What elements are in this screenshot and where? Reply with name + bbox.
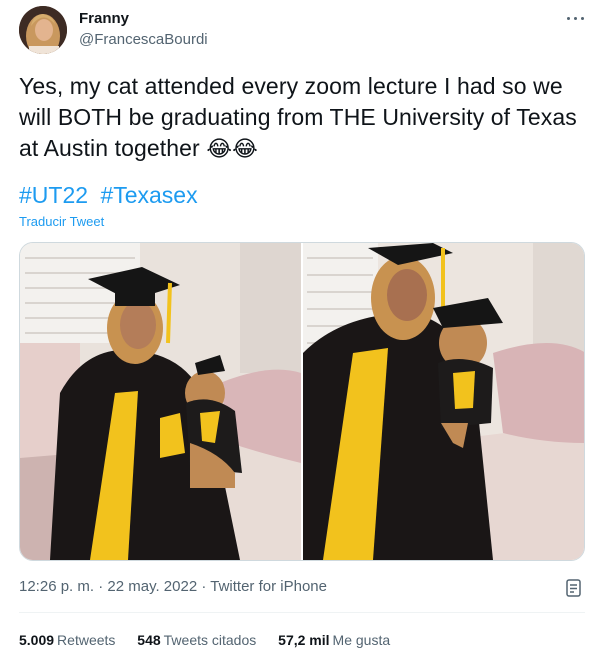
photo-graduate-with-cat-1[interactable] — [20, 243, 301, 560]
tweet-source[interactable]: Twitter for iPhone — [210, 578, 327, 595]
more-horizontal-icon[interactable] — [565, 8, 587, 28]
retweets-stat[interactable]: 5.009 Retweets — [19, 632, 115, 648]
quotes-label: Tweets citados — [163, 632, 257, 648]
meta-separator-2: · — [201, 578, 207, 595]
tweet-date[interactable]: 22 may. 2022 — [107, 578, 197, 595]
meta-separator: · — [98, 578, 104, 595]
tweet-time[interactable]: 12:26 p. m. — [19, 578, 94, 595]
analytics-icon[interactable] — [565, 578, 583, 598]
tweet: Franny @FrancescaBourdi Yes, my cat atte… — [0, 0, 605, 666]
quotes-stat[interactable]: 548 Tweets citados — [137, 632, 256, 648]
avatar-image — [19, 6, 67, 54]
hashtag-ut22[interactable]: #UT22 — [19, 182, 88, 208]
likes-label: Me gusta — [332, 632, 391, 648]
retweets-label: Retweets — [57, 632, 116, 648]
media-grid — [19, 242, 585, 561]
hashtag-texasex[interactable]: #Texasex — [100, 182, 197, 208]
likes-stat[interactable]: 57,2 mil Me gusta — [278, 632, 390, 648]
author-name[interactable]: Franny — [79, 10, 129, 27]
tweet-text: Yes, my cat attended every zoom lecture … — [19, 71, 579, 165]
photo-graduate-with-cat-2[interactable] — [303, 243, 585, 560]
tweet-meta: 12:26 p. m. · 22 may. 2022 · Twitter for… — [19, 578, 327, 595]
avatar[interactable] — [19, 6, 67, 54]
retweets-count: 5.009 — [19, 632, 55, 648]
author-handle[interactable]: @FrancescaBourdi — [79, 31, 208, 48]
tweet-body: Yes, my cat attended every zoom lecture … — [19, 73, 577, 161]
engagement-stats: 5.009 Retweets 548 Tweets citados 57,2 mil… — [19, 632, 408, 648]
hashtags: #UT22 #Texasex — [19, 182, 204, 209]
translate-tweet-link[interactable]: Traducir Tweet — [19, 214, 104, 229]
laughing-emoji: 😂😂 — [206, 137, 258, 162]
quotes-count: 548 — [137, 632, 161, 648]
likes-count: 57,2 mil — [278, 632, 330, 648]
divider — [19, 612, 585, 613]
